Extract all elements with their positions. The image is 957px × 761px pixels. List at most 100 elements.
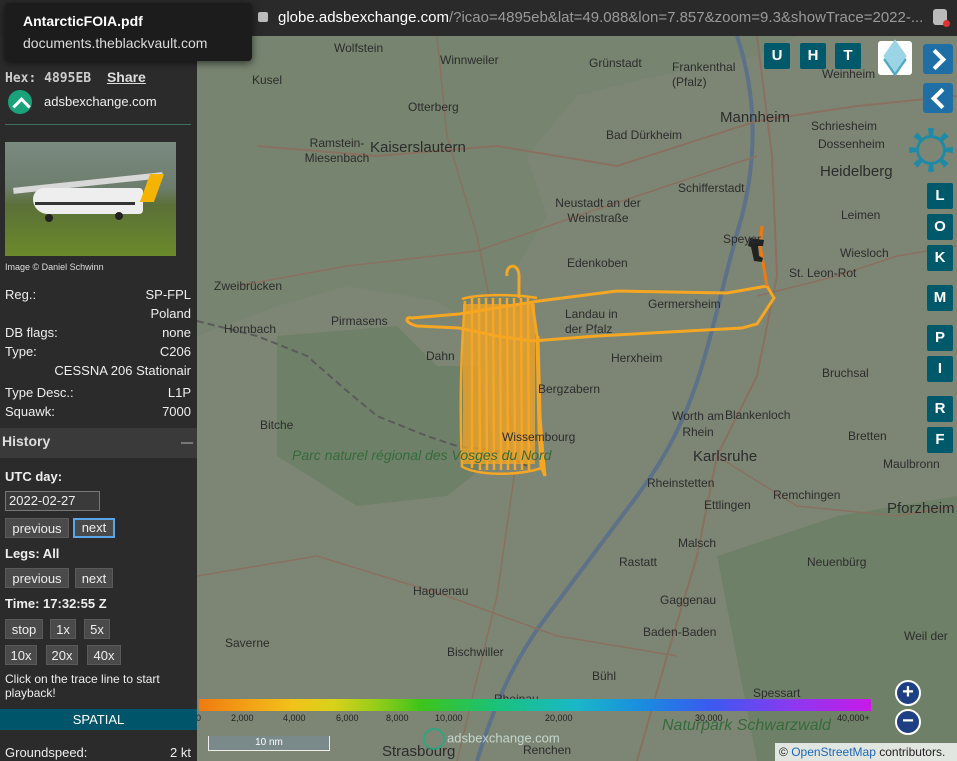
info-value: 7000 bbox=[162, 404, 191, 419]
hex-label: Hex: bbox=[5, 71, 37, 86]
speed-10x-button[interactable]: 10x bbox=[5, 645, 37, 665]
utc-day-label: UTC day: bbox=[5, 469, 63, 484]
layers-button[interactable] bbox=[878, 39, 912, 77]
scale-bar: 10 nm bbox=[208, 736, 330, 751]
altitude-tick: 30,000 bbox=[695, 713, 723, 723]
speed-stop-button[interactable]: stop bbox=[5, 619, 43, 639]
tooltip-host: documents.theblackvault.com bbox=[23, 35, 208, 51]
legs-label: Legs: All bbox=[5, 546, 60, 561]
day-next-button[interactable]: next bbox=[73, 518, 115, 538]
map-label: Bretten bbox=[848, 429, 887, 443]
zoom-in-icon[interactable]: + bbox=[895, 680, 921, 706]
k-button[interactable]: K bbox=[927, 245, 953, 271]
gear-icon[interactable] bbox=[909, 128, 953, 172]
openstreetmap-link[interactable]: OpenStreetMap bbox=[791, 745, 876, 759]
info-value: SP-FPL bbox=[145, 287, 191, 302]
u-button[interactable]: U bbox=[764, 43, 790, 69]
spatial-section-header[interactable]: SPATIAL bbox=[0, 709, 197, 730]
map-label: Bischwiller bbox=[447, 645, 504, 659]
map-label: Otterberg bbox=[408, 100, 459, 114]
info-key: Type: bbox=[5, 344, 37, 359]
map-label: Saverne bbox=[225, 636, 270, 650]
map-label: Dahn bbox=[426, 349, 455, 363]
photo-plane-stripe bbox=[35, 202, 135, 205]
map-label: Schifferstadt bbox=[678, 181, 745, 195]
o-button[interactable]: O bbox=[927, 214, 953, 240]
address-bar[interactable]: globe.adsbexchange.com/?icao=4895eb&lat=… bbox=[252, 4, 932, 32]
altitude-tick: 20,000 bbox=[545, 713, 573, 723]
map-label: Frankenthal (Pfalz) bbox=[672, 60, 736, 89]
map-label: Pirmasens bbox=[331, 314, 388, 328]
speed-1x-button[interactable]: 1x bbox=[50, 619, 76, 639]
map-label: Grünstadt bbox=[589, 56, 642, 70]
history-title: History bbox=[2, 433, 51, 449]
speed-40x-button[interactable]: 40x bbox=[87, 645, 121, 665]
url-host: globe.adsbexchange.com bbox=[278, 9, 449, 26]
l-button[interactable]: L bbox=[927, 183, 953, 209]
map-label: Spessart bbox=[753, 686, 801, 700]
h-button[interactable]: H bbox=[800, 43, 826, 69]
info-row: Poland bbox=[5, 304, 191, 323]
collapse-icon[interactable] bbox=[181, 442, 193, 444]
altitude-tick: 0 bbox=[197, 713, 202, 723]
i-button[interactable]: I bbox=[927, 356, 953, 382]
map-label: Malsch bbox=[678, 536, 717, 550]
url-path: /?icao=4895eb&lat=49.088&lon=7.857&zoom=… bbox=[448, 9, 924, 26]
m-button[interactable]: M bbox=[927, 285, 953, 311]
map-label: Remchingen bbox=[773, 488, 841, 502]
map-label: Rastatt bbox=[619, 555, 658, 569]
map-label: Bitche bbox=[260, 418, 294, 432]
legs-next-button[interactable]: next bbox=[75, 568, 113, 588]
extension-icon[interactable] bbox=[933, 9, 950, 27]
photo-credit: Image © Daniel Schwinn bbox=[5, 262, 104, 272]
site-link[interactable]: adsbexchange.com bbox=[44, 94, 157, 109]
map-label: Bad Dürkheim bbox=[606, 128, 683, 142]
p-button[interactable]: P bbox=[927, 325, 953, 351]
map-label: Karlsruhe bbox=[693, 448, 758, 465]
aircraft-photo[interactable] bbox=[5, 142, 176, 256]
legs-previous-button[interactable]: previous bbox=[5, 568, 69, 588]
info-value: none bbox=[162, 325, 191, 340]
info-row: Type Desc.: L1P bbox=[5, 383, 191, 402]
r-button[interactable]: R bbox=[927, 396, 953, 422]
map-label: Edenkoben bbox=[567, 256, 628, 270]
altitude-tick: 2,000 bbox=[231, 713, 254, 723]
t-button[interactable]: T bbox=[835, 43, 861, 69]
altitude-tick: 8,000 bbox=[386, 713, 409, 723]
info-value: C206 bbox=[159, 344, 191, 359]
day-previous-button[interactable]: previous bbox=[5, 518, 69, 538]
map-label: Wissembourg bbox=[502, 430, 576, 444]
history-header[interactable]: History bbox=[0, 428, 197, 458]
lock-icon bbox=[258, 12, 268, 22]
tooltip-title: AntarcticFOIA.pdf bbox=[23, 13, 143, 29]
altitude-tick: 10,000 bbox=[435, 713, 463, 723]
zoom-out-icon[interactable]: − bbox=[895, 709, 921, 735]
map-label: Speyer bbox=[723, 232, 762, 246]
map-attribution: © OpenStreetMap contributors. bbox=[775, 743, 957, 761]
speed-5x-button[interactable]: 5x bbox=[84, 619, 110, 639]
map-label: Pforzheim bbox=[887, 500, 955, 517]
info-key: Squawk: bbox=[5, 404, 55, 419]
altitude-color-bar bbox=[199, 699, 871, 711]
map-view[interactable]: Kusel Wolfstein Winnweiler Grünstadt Fra… bbox=[197, 36, 957, 761]
chevron-right-icon[interactable] bbox=[923, 44, 953, 74]
map-label: Schriesheim bbox=[811, 119, 878, 133]
info-row: DB flags: none bbox=[5, 323, 191, 342]
share-link[interactable]: Share bbox=[107, 69, 146, 85]
map-label: Ettlingen bbox=[704, 498, 751, 512]
map-label: Wiesloch bbox=[840, 246, 889, 260]
speed-20x-button[interactable]: 20x bbox=[46, 645, 78, 665]
map-label: Zweibrücken bbox=[214, 279, 283, 293]
aircraft-info: Reg.: SP-FPL Poland DB flags: none Type: C2… bbox=[5, 285, 191, 421]
info-key: DB flags: bbox=[5, 325, 58, 340]
adsbexchange-logo-icon bbox=[423, 728, 445, 750]
info-key: Reg.: bbox=[5, 287, 37, 302]
map-label: Hornbach bbox=[224, 322, 277, 336]
f-button[interactable]: F bbox=[927, 427, 953, 453]
map-label: Winnweiler bbox=[440, 53, 499, 67]
attribution-prefix: © bbox=[779, 745, 788, 759]
hex-value: 4895EB bbox=[44, 71, 92, 86]
map-label: Herxheim bbox=[611, 351, 663, 365]
utc-day-input[interactable]: 2022-02-27 bbox=[5, 491, 100, 511]
chevron-left-icon[interactable] bbox=[923, 83, 953, 113]
